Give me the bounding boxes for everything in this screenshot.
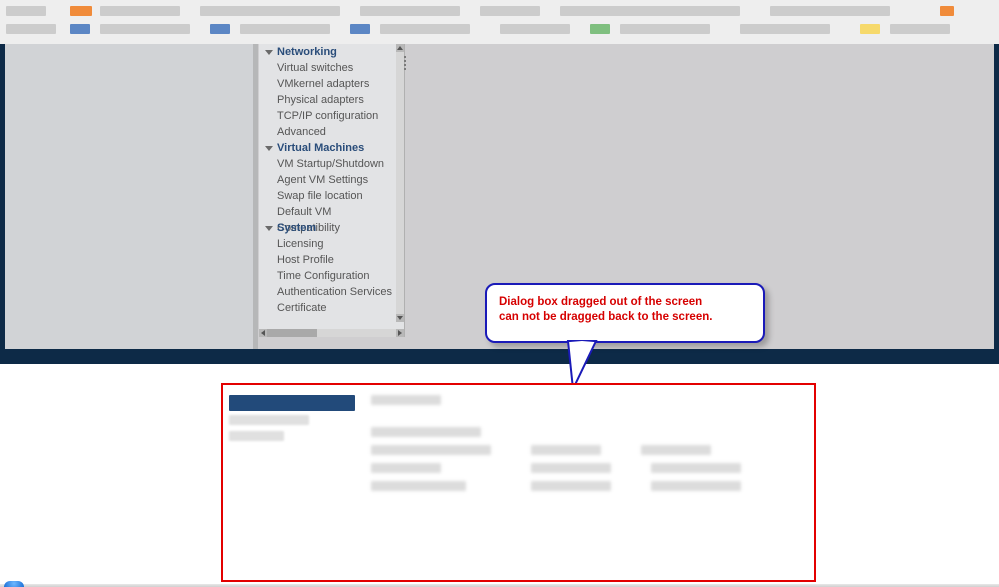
dialog-sidebar-item[interactable]: [229, 431, 284, 441]
dialog-sidebar-item[interactable]: [229, 415, 309, 425]
tree-group-networking[interactable]: Networking: [259, 44, 397, 60]
splitter-handle[interactable]: [404, 54, 406, 72]
browser-chrome-blur: [0, 0, 999, 44]
left-panel: [5, 44, 253, 349]
scroll-thumb[interactable]: [267, 329, 317, 337]
dialog-sidebar-selected[interactable]: [229, 395, 355, 411]
table-row: [371, 481, 806, 491]
tree-group-label: System: [277, 222, 316, 234]
tree-vertical-scrollbar[interactable]: [396, 44, 404, 322]
tree-item-vmkernel-adapters[interactable]: VMkernel adapters: [259, 76, 397, 92]
triangle-left-icon: [261, 330, 265, 336]
scroll-track[interactable]: [396, 58, 404, 268]
scroll-up-button[interactable]: [396, 44, 404, 52]
scroll-right-button[interactable]: [396, 329, 404, 337]
chevron-down-icon: [265, 146, 273, 151]
settings-tree: Networking Virtual switches VMkernel ada…: [259, 44, 405, 337]
table-cell: [531, 445, 601, 455]
triangle-down-icon: [397, 316, 403, 320]
tree-item-tcpip-configuration[interactable]: TCP/IP configuration: [259, 108, 397, 124]
table-cell: [371, 463, 441, 473]
scroll-track[interactable]: [267, 329, 396, 337]
triangle-right-icon: [398, 330, 402, 336]
scroll-down-button[interactable]: [396, 314, 404, 322]
callout-text-line1: Dialog box dragged out of the screen: [499, 295, 751, 310]
tree-item-agent-vm-settings[interactable]: Agent VM Settings: [259, 172, 397, 188]
tree-item-certificate[interactable]: Certificate: [259, 300, 397, 316]
dialog-content: [371, 395, 806, 499]
tree-item-licensing[interactable]: Licensing: [259, 236, 397, 252]
table-cell: [371, 445, 491, 455]
table-cell: [651, 463, 741, 473]
table-cell: [371, 481, 466, 491]
dialog-heading: [371, 395, 441, 405]
offscreen-dialog[interactable]: [221, 383, 816, 582]
tree-item-authentication-services[interactable]: Authentication Services: [259, 284, 397, 300]
tree-group-virtual-machines[interactable]: Virtual Machines: [259, 140, 397, 156]
scroll-left-button[interactable]: [259, 329, 267, 337]
start-button-icon[interactable]: [4, 581, 24, 587]
table-cell: [531, 481, 611, 491]
tree-item-time-configuration[interactable]: Time Configuration: [259, 268, 397, 284]
table-row: [371, 445, 806, 455]
annotation-callout: Dialog box dragged out of the screen can…: [485, 283, 765, 343]
triangle-up-icon: [397, 46, 403, 50]
tree-item-advanced[interactable]: Advanced: [259, 124, 397, 140]
dialog-subheading: [371, 427, 481, 437]
tree-item-host-profile[interactable]: Host Profile: [259, 252, 397, 268]
dialog-sidebar: [229, 395, 355, 447]
tree-item-physical-adapters[interactable]: Physical adapters: [259, 92, 397, 108]
callout-text-line2: can not be dragged back to the screen.: [499, 310, 751, 325]
chevron-down-icon: [265, 226, 273, 231]
tree-group-label: Networking: [277, 46, 337, 58]
tree-item-virtual-switches[interactable]: Virtual switches: [259, 60, 397, 76]
chevron-down-icon: [265, 50, 273, 55]
table-cell: [651, 481, 741, 491]
table-row: [371, 463, 806, 473]
tree-group-label: Virtual Machines: [277, 142, 364, 154]
table-cell: [641, 445, 711, 455]
table-cell: [531, 463, 611, 473]
tree-horizontal-scrollbar[interactable]: [259, 329, 404, 337]
tree-item-swap-file-location[interactable]: Swap file location: [259, 188, 397, 204]
tree-item-default-vm-compatibility[interactable]: Default VM Compatibility: [259, 204, 397, 220]
tree-item-vm-startup-shutdown[interactable]: VM Startup/Shutdown: [259, 156, 397, 172]
